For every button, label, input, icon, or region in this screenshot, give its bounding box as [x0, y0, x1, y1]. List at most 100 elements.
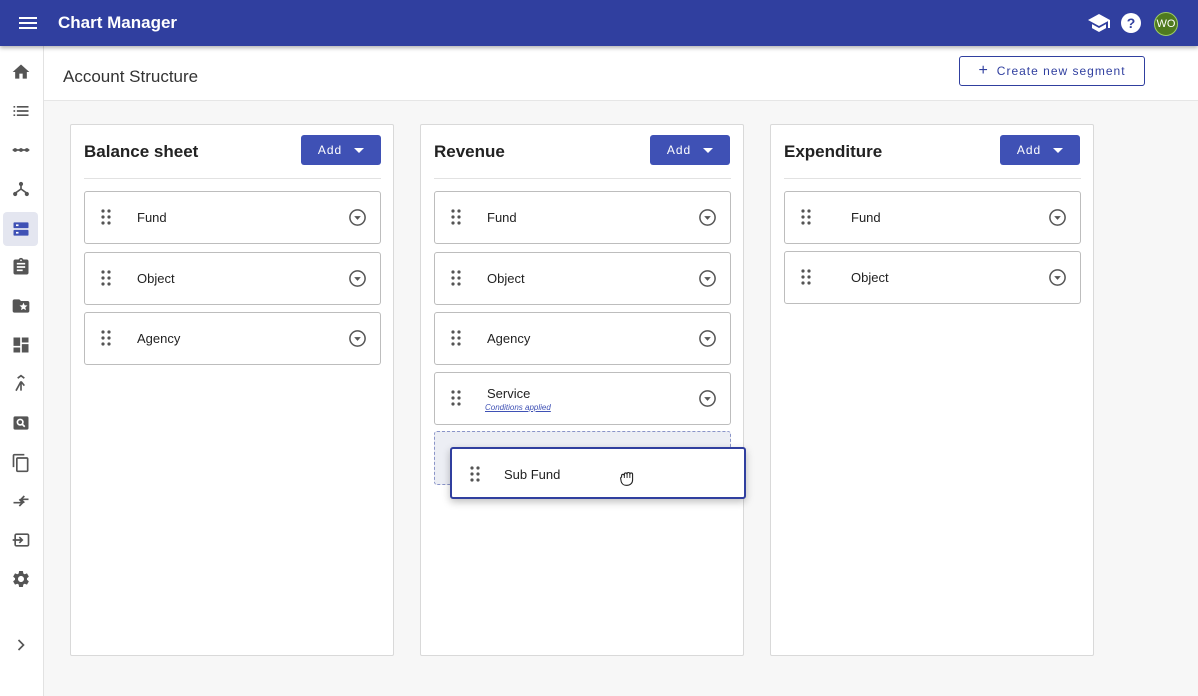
expand-circle-icon[interactable] [1048, 268, 1067, 287]
add-button[interactable]: Add [301, 135, 381, 165]
caret-down-icon [1053, 147, 1064, 153]
divider [84, 178, 381, 179]
avatar[interactable]: WO [1154, 12, 1178, 36]
expand-circle-icon[interactable] [348, 329, 367, 348]
segment-card-fund[interactable]: Fund [84, 191, 381, 244]
page-title: Account Structure [63, 67, 199, 86]
nav-dashboard[interactable] [3, 328, 38, 362]
page-header: Account Structure + Create new segment [44, 46, 1198, 101]
expand-circle-icon[interactable] [1048, 208, 1067, 227]
add-label: Add [317, 143, 343, 157]
segment-card-object[interactable]: Object [784, 251, 1081, 304]
school-icon[interactable] [1087, 11, 1111, 35]
drag-handle-icon[interactable] [800, 209, 812, 225]
chevron-right-icon [17, 639, 25, 651]
segment-label: Service [487, 386, 531, 401]
segment-label: Object [851, 270, 889, 285]
column-title: Revenue [434, 142, 505, 161]
add-label: Add [1016, 143, 1042, 157]
nav-dots-line[interactable] [3, 133, 38, 167]
nav-segments[interactable] [3, 212, 38, 246]
drag-handle-icon[interactable] [469, 466, 481, 482]
nav-folder-star[interactable] [3, 289, 38, 323]
app-title: Chart Manager [58, 13, 178, 32]
nav-list[interactable] [3, 94, 38, 128]
drag-handle-icon[interactable] [450, 270, 462, 286]
add-button[interactable]: Add [1000, 135, 1080, 165]
divider [434, 178, 731, 179]
caret-down-icon [703, 147, 714, 153]
segments-icon [13, 222, 28, 236]
clipboard-icon [13, 257, 28, 275]
grab-hand-cursor-icon [620, 472, 634, 486]
help-icon[interactable]: ? [1119, 11, 1143, 35]
expand-circle-icon[interactable] [348, 269, 367, 288]
side-nav [0, 46, 44, 696]
conditions-link[interactable]: Conditions applied [485, 403, 551, 412]
segment-label: Object [137, 271, 175, 286]
segment-card-object[interactable]: Object [84, 252, 381, 305]
nav-copy[interactable] [3, 446, 38, 480]
expand-circle-icon[interactable] [348, 208, 367, 227]
segment-card-object[interactable]: Object [434, 252, 731, 305]
column-revenue: Revenue Add Fund Object Agency Service C… [420, 124, 744, 656]
dashboard-icon [13, 337, 28, 353]
segment-card-service[interactable]: Service Conditions applied [434, 372, 731, 425]
folder-star-icon [12, 299, 29, 313]
dots-line-icon [12, 148, 29, 152]
nav-clipboard[interactable] [3, 250, 38, 284]
column-title: Balance sheet [84, 142, 199, 161]
nav-import[interactable] [3, 523, 38, 557]
create-segment-label: Create new segment [996, 64, 1126, 78]
drag-handle-icon[interactable] [100, 209, 112, 225]
segment-label: Fund [487, 210, 517, 225]
segment-card-agency[interactable]: Agency [434, 312, 731, 365]
segment-label: Object [487, 271, 525, 286]
drag-handle-icon[interactable] [100, 330, 112, 346]
image-search-icon [13, 416, 28, 430]
copy-icon [12, 453, 28, 473]
drag-handle-icon[interactable] [100, 270, 112, 286]
nav-image-search[interactable] [3, 406, 38, 440]
drag-handle-icon[interactable] [450, 390, 462, 406]
caret-down-icon [354, 147, 365, 153]
segment-label: Fund [137, 210, 167, 225]
column-title: Expenditure [784, 142, 883, 161]
expand-circle-icon[interactable] [698, 269, 717, 288]
expand-circle-icon[interactable] [698, 329, 717, 348]
drag-handle-icon[interactable] [800, 269, 812, 285]
segment-label: Sub Fund [504, 467, 561, 482]
column-expenditure: Expenditure Add Fund Object [770, 124, 1094, 656]
list-icon [13, 106, 28, 116]
home-icon [12, 64, 29, 79]
create-segment-button[interactable]: + Create new segment [959, 56, 1145, 86]
menu-icon[interactable] [16, 11, 40, 35]
app-bar: Chart Manager ? WO [0, 0, 1198, 46]
nav-settings[interactable] [3, 562, 38, 596]
hierarchy-icon [12, 181, 29, 197]
segment-card-agency[interactable]: Agency [84, 312, 381, 365]
drag-handle-icon[interactable] [450, 330, 462, 346]
segment-card-fund[interactable]: Fund [784, 191, 1081, 244]
nav-merge[interactable] [3, 367, 38, 401]
divider [784, 178, 1081, 179]
nav-home[interactable] [3, 55, 38, 89]
expand-circle-icon[interactable] [698, 389, 717, 408]
nav-expand[interactable] [3, 628, 38, 662]
svg-text:?: ? [1127, 15, 1136, 31]
column-balance-sheet: Balance sheet Add Fund Object Agency [70, 124, 394, 656]
nav-hierarchy[interactable] [3, 172, 38, 206]
dragging-segment-card[interactable]: Sub Fund [450, 447, 746, 499]
segment-card-fund[interactable]: Fund [434, 191, 731, 244]
segment-label: Agency [487, 331, 531, 346]
expand-circle-icon[interactable] [698, 208, 717, 227]
plus-icon: + [978, 62, 989, 79]
nav-swap[interactable] [3, 484, 38, 518]
drag-handle-icon[interactable] [450, 209, 462, 225]
merge-icon [14, 374, 25, 392]
swap-icon [13, 495, 28, 507]
settings-icon [12, 571, 29, 587]
segment-label: Fund [851, 210, 881, 225]
segment-label: Agency [137, 331, 181, 346]
add-button[interactable]: Add [650, 135, 730, 165]
